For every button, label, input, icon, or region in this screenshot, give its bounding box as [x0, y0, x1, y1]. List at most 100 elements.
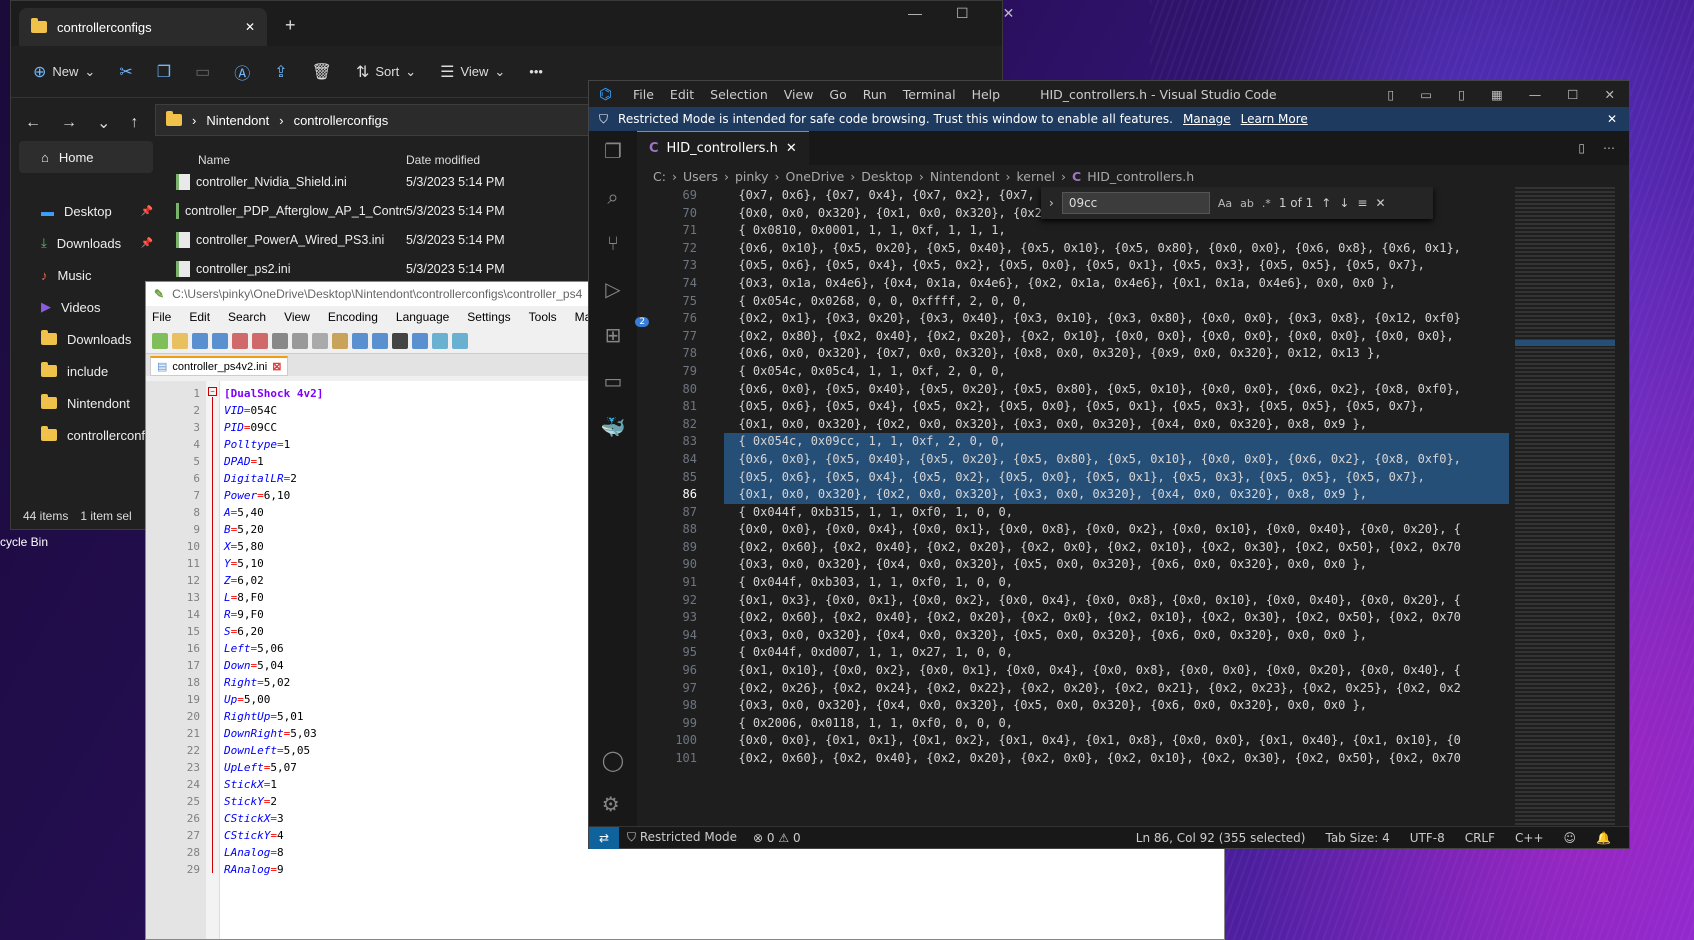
source-control-icon[interactable]: ⑂ [607, 231, 619, 255]
sidebar-item-home[interactable]: ⌂ Home [19, 141, 153, 173]
learn-more-link[interactable]: Learn More [1241, 112, 1308, 126]
manage-link[interactable]: Manage [1183, 112, 1231, 126]
menu-edit[interactable]: Edit [670, 87, 694, 102]
paste-icon[interactable] [332, 332, 348, 349]
close-icon[interactable]: ✕ [1375, 196, 1385, 210]
breadcrumb-item[interactable]: kernel [1017, 169, 1056, 184]
cursor-position[interactable]: Ln 86, Col 92 (355 selected) [1128, 831, 1314, 845]
menu-terminal[interactable]: Terminal [903, 87, 956, 102]
regex-icon[interactable]: .* [1262, 197, 1271, 210]
close-icon[interactable]: ✕ [1003, 5, 1015, 22]
bell-icon[interactable]: 🔔 [1588, 831, 1619, 845]
address-bar[interactable]: › Nintendont › controllerconfigs [155, 104, 595, 136]
new-tab-button[interactable]: + [285, 15, 296, 36]
extensions-icon[interactable]: ⊞ 2 [605, 317, 650, 347]
breadcrumb-item[interactable]: Nintendont [206, 113, 269, 128]
menu-tools[interactable]: Tools [529, 310, 557, 324]
find-in-selection-icon[interactable]: ≡ [1357, 196, 1367, 210]
tab-size[interactable]: Tab Size: 4 [1317, 831, 1397, 845]
maximize-icon[interactable]: ☐ [1567, 87, 1578, 102]
next-match-icon[interactable]: ↓ [1339, 196, 1349, 210]
sidebar-item-nintendont[interactable]: Nintendont [11, 387, 161, 419]
close-file-icon[interactable] [232, 332, 248, 349]
column-date-modified[interactable]: Date modified [406, 153, 480, 167]
find-icon[interactable] [392, 332, 408, 349]
sidebar-item-music[interactable]: ♪ Music [11, 259, 161, 291]
minimize-icon[interactable]: — [1529, 87, 1542, 102]
problems-status[interactable]: ⊗ 0 ⚠ 0 [745, 831, 809, 845]
copy-icon[interactable] [312, 332, 328, 349]
breadcrumb-item[interactable]: C: [653, 169, 666, 184]
menu-run[interactable]: Run [863, 87, 887, 102]
notepad-tab[interactable]: ▤ controller_ps4v2.ini ⊠ [150, 356, 289, 376]
new-button[interactable]: ⊕ New ⌄ [33, 62, 95, 82]
zoom-in-icon[interactable] [432, 332, 448, 349]
file-row[interactable]: controller_ps2.ini 5/3/2023 5:14 PM [176, 254, 596, 283]
print-icon[interactable] [272, 332, 288, 349]
breadcrumb-item[interactable]: Nintendont [930, 169, 1000, 184]
toggle-panel-icon[interactable]: ▭ [1420, 87, 1432, 102]
delete-button[interactable]: 🗑 [312, 62, 332, 82]
editor-tab[interactable]: C HID_controllers.h ✕ [637, 131, 809, 165]
copy-button[interactable]: ❐ [157, 62, 171, 82]
menu-settings[interactable]: Settings [467, 310, 510, 324]
back-arrow-icon[interactable]: ← [25, 114, 41, 132]
explorer-icon[interactable]: ❐ [604, 139, 622, 163]
rename-button[interactable]: Ⓐ [234, 60, 250, 84]
open-file-icon[interactable] [172, 332, 188, 349]
more-actions-icon[interactable]: ⋯ [1603, 141, 1615, 155]
menu-file[interactable]: File [633, 87, 654, 102]
sidebar-item-controllerconfigs[interactable]: controllerconf [11, 419, 161, 451]
recycle-bin-label[interactable]: cycle Bin [0, 535, 48, 549]
menu-edit[interactable]: Edit [189, 310, 210, 324]
undo-icon[interactable] [352, 332, 368, 349]
breadcrumb-item[interactable]: Desktop [861, 169, 913, 184]
redo-icon[interactable] [372, 332, 388, 349]
sidebar-item-downloads[interactable]: ⤓ Downloads 📌 [11, 227, 161, 259]
paste-button[interactable]: ▭ [195, 62, 210, 82]
close-icon[interactable]: ✕ [1605, 87, 1615, 102]
menu-language[interactable]: Language [396, 310, 449, 324]
search-icon[interactable]: ⌕ [607, 185, 618, 209]
menu-selection[interactable]: Selection [710, 87, 768, 102]
remote-explorer-icon[interactable]: ▭ [604, 369, 623, 393]
menu-help[interactable]: Help [972, 87, 1001, 102]
column-name[interactable]: Name [176, 153, 406, 167]
new-file-icon[interactable] [152, 332, 168, 349]
view-button[interactable]: ☰ View ⌄ [440, 62, 505, 82]
close-icon[interactable]: ✕ [786, 141, 797, 156]
breadcrumb-item[interactable]: HID_controllers.h [1087, 169, 1194, 184]
explorer-tab[interactable]: controllerconfigs ✕ [19, 8, 267, 46]
encoding[interactable]: UTF-8 [1402, 831, 1453, 845]
whole-word-icon[interactable]: ab [1240, 197, 1254, 210]
language-mode[interactable]: C++ [1507, 831, 1552, 845]
close-icon[interactable]: ✕ [1607, 112, 1617, 126]
up-arrow-icon[interactable]: ↑ [130, 114, 138, 132]
sort-button[interactable]: ⇅ Sort ⌄ [356, 62, 416, 82]
sidebar-item-include[interactable]: include [11, 355, 161, 387]
chevron-down-icon[interactable]: ⌄ [97, 113, 110, 133]
file-row[interactable]: controller_PowerA_Wired_PS3.ini 5/3/2023 … [176, 225, 596, 254]
chevron-right-icon[interactable]: › [1049, 196, 1054, 210]
menu-file[interactable]: File [152, 310, 171, 324]
menu-search[interactable]: Search [228, 310, 266, 324]
account-icon[interactable]: ◯ [602, 748, 624, 772]
forward-arrow-icon[interactable]: → [61, 114, 77, 132]
find-input[interactable]: 09cc [1061, 192, 1210, 214]
toggle-secondary-sidebar-icon[interactable]: ▯ [1458, 87, 1465, 102]
replace-icon[interactable] [412, 332, 428, 349]
previous-match-icon[interactable]: ↑ [1321, 196, 1331, 210]
close-icon[interactable]: ✕ [245, 20, 255, 34]
breadcrumb-item[interactable]: OneDrive [786, 169, 845, 184]
toggle-sidebar-icon[interactable]: ▯ [1387, 87, 1394, 102]
layout-icon[interactable]: ▦ [1491, 87, 1503, 102]
code-editor[interactable]: 69 70 71 72 73 74 75 76 77 78 79 80 81 82 83 84 85 86 87 88… [637, 187, 1629, 826]
match-case-icon[interactable]: Aa [1218, 197, 1232, 210]
breadcrumb-item[interactable]: pinky [735, 169, 769, 184]
cut-icon[interactable] [292, 332, 308, 349]
save-icon[interactable] [192, 332, 208, 349]
sidebar-item-videos[interactable]: ▶ Videos [11, 291, 161, 323]
restricted-mode-status[interactable]: ⛉ Restricted Mode [619, 830, 745, 845]
remote-icon[interactable]: ⇄ [589, 826, 619, 849]
gear-icon[interactable]: ⚙ [602, 792, 624, 816]
